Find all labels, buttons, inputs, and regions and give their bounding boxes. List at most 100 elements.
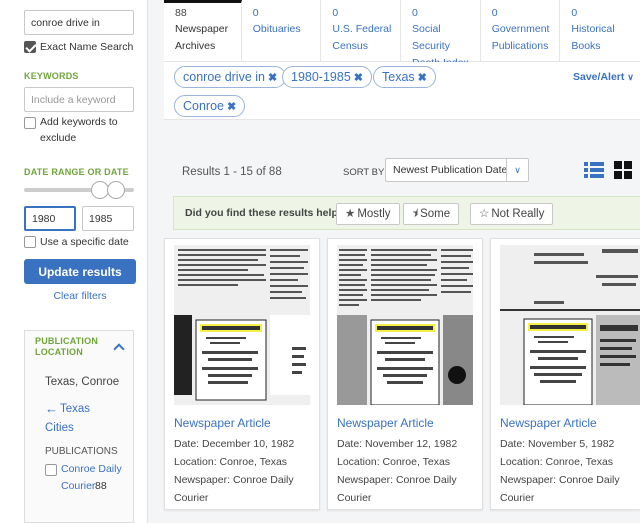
exact-name-checkbox[interactable] <box>24 41 36 53</box>
remove-icon[interactable]: ✖ <box>418 72 427 84</box>
filter-chip[interactable]: Conroe ✖ <box>174 95 246 117</box>
publication-name[interactable]: Conroe Daily <box>61 461 122 477</box>
chevron-down-icon: ∨ <box>627 72 634 82</box>
card-title[interactable]: Newspaper Article <box>337 416 434 430</box>
exact-name-label: Exact Name Search <box>40 41 134 53</box>
back-arrow-icon[interactable]: ← <box>45 401 58 416</box>
tab-label: Newspaper <box>175 23 229 35</box>
back-link-texas[interactable]: Texas <box>60 401 90 417</box>
tab-government-publications[interactable]: 0 Government Publications <box>480 0 561 62</box>
not-really-label: Not Really <box>491 208 545 220</box>
save-alert-label: Save/Alert <box>573 71 625 83</box>
card-newspaper-2: Courier <box>174 492 209 504</box>
card-newspaper: Newspaper: Conroe Daily <box>500 474 620 486</box>
publication-name-2[interactable]: Courier <box>61 478 95 494</box>
tab-count: 0 <box>252 7 259 19</box>
tab-social-security[interactable]: 0 Social Security Death Index <box>401 0 481 69</box>
name-input[interactable] <box>24 10 134 35</box>
publication-count: 88 <box>95 480 107 492</box>
keyword-input[interactable] <box>24 87 134 112</box>
pub-location-heading: PUBLICATION <box>35 336 99 346</box>
chevron-down-icon: ∨ <box>506 159 528 181</box>
clear-filters-link[interactable]: Clear filters <box>24 290 136 302</box>
tab-label: Social Security <box>412 23 450 52</box>
results-count: Results 1 - 15 of 88 <box>182 166 282 178</box>
add-keywords-checkbox[interactable] <box>24 117 36 129</box>
record-type-tabs: 88 Newspaper Archives 0 Obituaries 0 U.S… <box>164 0 640 69</box>
not-really-button[interactable]: ☆ Not Really <box>470 203 554 225</box>
tab-count: 0 <box>412 7 418 19</box>
sort-select[interactable]: Newest Publication Date ∨ <box>385 158 529 182</box>
tab-federal-census[interactable]: 0 U.S. Federal Census <box>321 0 402 62</box>
back-link-cities[interactable]: Cities <box>45 420 74 436</box>
remove-icon[interactable]: ✖ <box>268 72 277 84</box>
newspaper-clipping-thumbnail[interactable] <box>337 245 473 405</box>
tab-label-2: Books <box>571 40 601 52</box>
date-range-heading: DATE RANGE OR DATE <box>24 167 129 177</box>
grid-view-icon[interactable] <box>614 161 632 179</box>
filter-sidebar: Exact Name Search KEYWORDS Add keywords … <box>0 0 148 523</box>
empty-star-icon: ☆ <box>479 208 490 220</box>
chip-label: 1980-1985 <box>291 70 351 84</box>
tab-label: U.S. Federal <box>332 23 392 35</box>
card-newspaper: Newspaper: Conroe Daily <box>337 474 457 486</box>
sort-value: Newest Publication Date <box>393 164 508 176</box>
card-date: Date: November 12, 1982 <box>337 438 458 450</box>
tab-count: 0 <box>571 7 578 19</box>
pub-location-heading-2: LOCATION <box>35 347 83 357</box>
publications-heading: PUBLICATIONS <box>45 446 118 457</box>
card-location: Location: Conroe, Texas <box>500 456 614 468</box>
card-newspaper-2: Courier <box>337 492 372 504</box>
date-to-input[interactable] <box>82 206 134 231</box>
tab-historical-books[interactable]: 0 Historical Books <box>560 0 640 62</box>
tab-label: Obituaries <box>252 23 301 35</box>
tab-label-2: Census <box>332 40 368 52</box>
specific-date-label: Use a specific date <box>40 236 129 248</box>
tab-obituaries[interactable]: 0 Obituaries <box>241 0 322 62</box>
newspaper-clipping-thumbnail[interactable] <box>174 245 310 405</box>
result-card[interactable]: Newspaper Article Date: November 5, 1982… <box>490 238 640 510</box>
location-value: Texas, Conroe <box>45 376 120 388</box>
filter-chip[interactable]: conroe drive in ✖ <box>174 66 287 88</box>
some-label: Some <box>420 208 451 220</box>
publication-location-panel: PUBLICATION LOCATION Texas, Conroe ← Tex… <box>24 330 134 523</box>
date-from-input[interactable] <box>24 206 76 231</box>
tab-label: Historical <box>571 23 615 35</box>
mostly-button[interactable]: ★ Mostly <box>336 203 400 225</box>
remove-icon[interactable]: ✖ <box>354 72 363 84</box>
filter-chip[interactable]: 1980-1985 ✖ <box>282 66 372 88</box>
filter-chip[interactable]: Texas ✖ <box>373 66 436 88</box>
result-card[interactable]: Newspaper Article Date: December 10, 198… <box>164 238 320 510</box>
newspaper-clipping-thumbnail[interactable] <box>500 245 640 405</box>
collapse-chevron-icon[interactable] <box>113 343 125 355</box>
tab-label-2: Archives <box>175 40 216 52</box>
some-button[interactable]: ⯨ Some <box>403 203 460 225</box>
list-view-icon[interactable] <box>584 161 604 179</box>
specific-date-checkbox[interactable] <box>24 236 36 248</box>
sort-label: SORT BY <box>343 167 385 178</box>
card-newspaper-2: Courier <box>500 492 535 504</box>
chip-label: Texas <box>382 70 415 84</box>
tab-label: Government <box>491 23 550 35</box>
keywords-heading: KEYWORDS <box>24 71 79 81</box>
card-title[interactable]: Newspaper Article <box>174 416 271 430</box>
remove-icon[interactable]: ✖ <box>227 101 236 113</box>
update-results-button[interactable]: Update results <box>24 259 136 284</box>
card-meta: Date: November 5, 1982 Location: Conroe,… <box>500 435 620 507</box>
add-keywords-label-2: exclude <box>40 132 77 144</box>
card-title[interactable]: Newspaper Article <box>500 416 597 430</box>
mostly-label: Mostly <box>357 208 391 220</box>
half-star-icon: ⯨ <box>412 208 419 220</box>
star-icon: ★ <box>345 208 356 220</box>
card-meta: Date: December 10, 1982 Location: Conroe… <box>174 435 294 507</box>
feedback-bar: Did you find these results helpful? ★ Mos… <box>173 196 640 230</box>
chip-label: conroe drive in <box>183 70 265 84</box>
card-location: Location: Conroe, Texas <box>174 456 288 468</box>
tab-newspaper-archives[interactable]: 88 Newspaper Archives <box>164 0 242 62</box>
result-card[interactable]: Newspaper Article Date: November 12, 198… <box>327 238 483 510</box>
publication-checkbox[interactable] <box>45 464 57 476</box>
feedback-question: Did you find these results helpful? <box>185 207 358 219</box>
add-keywords-label: Add keywords to <box>40 116 118 128</box>
slider-handle-end[interactable] <box>107 181 125 199</box>
save-alert-button[interactable]: Save/Alert ∨ <box>573 71 634 83</box>
